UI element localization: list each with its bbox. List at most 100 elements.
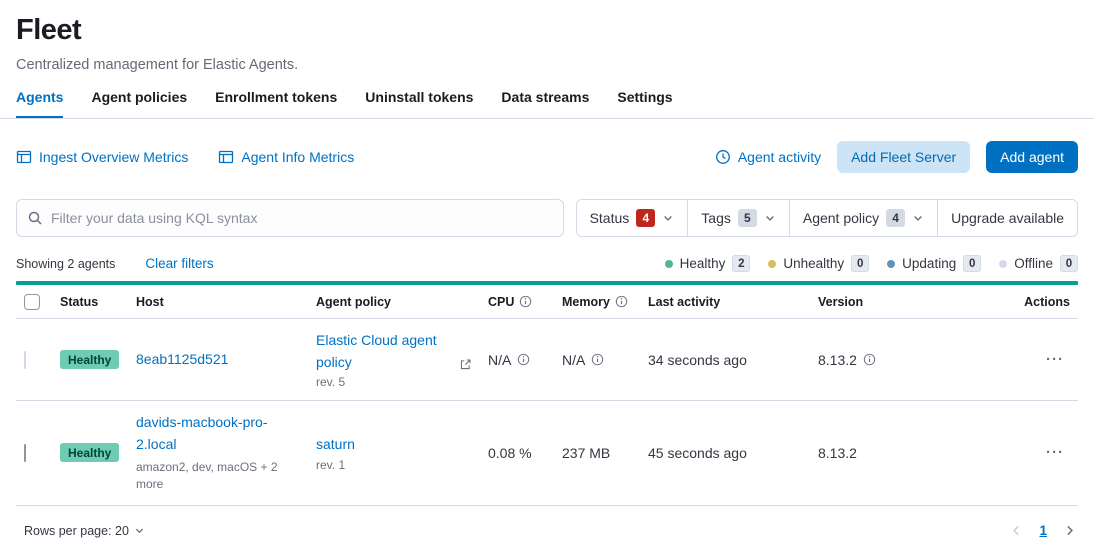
filter-bar: Status 4 Tags 5 Agent policy 4 Upgrade a… [16, 199, 1078, 237]
add-agent-button[interactable]: Add agent [986, 141, 1078, 173]
page-title: Fleet [16, 14, 1078, 47]
search-icon [27, 210, 43, 226]
header-status: Status [52, 295, 128, 309]
tab-agent-policies[interactable]: Agent policies [91, 89, 187, 118]
legend-unhealthy: Unhealthy 0 [768, 255, 869, 272]
cpu-value: 0.08 % [480, 445, 554, 461]
host-tags: amazon2, dev, macOS + 2 more [136, 459, 286, 494]
policy-revision: rev. 1 [316, 458, 472, 472]
filter-upgrade-available-label: Upgrade available [951, 210, 1064, 226]
filter-upgrade-available[interactable]: Upgrade available [937, 200, 1077, 236]
table-row: Healthy davids-macbook-pro-2.local amazo… [16, 401, 1078, 505]
status-badge: Healthy [60, 350, 119, 369]
info-icon[interactable] [519, 295, 532, 308]
version-value: 8.13.2 [810, 445, 1008, 461]
clear-filters-link[interactable]: Clear filters [145, 256, 213, 271]
legend-offline-count: 0 [1060, 255, 1078, 272]
info-icon[interactable] [517, 353, 530, 366]
policy-revision: rev. 5 [316, 375, 472, 389]
legend-updating-label: Updating [902, 256, 956, 271]
filter-status-count-badge: 4 [636, 209, 655, 227]
next-page-button[interactable] [1061, 522, 1078, 539]
version-value: 8.13.2 [818, 352, 857, 368]
legend-updating-count: 0 [963, 255, 981, 272]
showing-count: Showing 2 agents [16, 257, 115, 271]
filter-tags-label: Tags [701, 210, 731, 226]
metrics-table-icon [16, 149, 32, 165]
agent-info-metrics-link[interactable]: Agent Info Metrics [218, 149, 354, 165]
table-header-row: Status Host Agent policy CPU Memory Last… [16, 285, 1078, 319]
legend-offline: Offline 0 [999, 255, 1078, 272]
page-subtitle: Centralized management for Elastic Agent… [16, 57, 1078, 73]
last-activity-value: 34 seconds ago [640, 352, 810, 368]
info-icon[interactable] [615, 295, 628, 308]
select-all-checkbox[interactable] [24, 294, 40, 310]
row-actions-button[interactable]: ··· [1040, 442, 1070, 463]
header-memory-label: Memory [562, 295, 610, 309]
unhealthy-dot-icon [768, 260, 776, 268]
legend-unhealthy-count: 0 [851, 255, 869, 272]
pagination: 1 [1008, 522, 1078, 539]
row-actions-button[interactable]: ··· [1040, 349, 1070, 370]
memory-value: 237 MB [554, 445, 640, 461]
header-version: Version [810, 295, 1008, 309]
info-icon[interactable] [591, 353, 604, 366]
page-header: Fleet Centralized management for Elastic… [0, 14, 1094, 73]
ingest-overview-metrics-link[interactable]: Ingest Overview Metrics [16, 149, 188, 165]
previous-page-button[interactable] [1008, 522, 1025, 539]
legend-healthy-label: Healthy [680, 256, 726, 271]
tab-settings[interactable]: Settings [617, 89, 672, 118]
status-badge: Healthy [60, 443, 119, 462]
clock-icon [715, 149, 731, 165]
chevron-down-icon [662, 212, 674, 224]
chevron-down-icon [764, 212, 776, 224]
host-link[interactable]: 8eab1125d521 [136, 351, 228, 367]
tab-uninstall-tokens[interactable]: Uninstall tokens [365, 89, 473, 118]
agent-activity-link[interactable]: Agent activity [715, 149, 821, 165]
filter-status[interactable]: Status 4 [577, 200, 688, 236]
tab-enrollment-tokens[interactable]: Enrollment tokens [215, 89, 337, 118]
legend-unhealthy-label: Unhealthy [783, 256, 844, 271]
add-fleet-server-button[interactable]: Add Fleet Server [837, 141, 970, 173]
info-icon[interactable] [863, 353, 876, 366]
agents-table: Status Host Agent policy CPU Memory Last… [16, 285, 1078, 506]
agent-info-metrics-label: Agent Info Metrics [241, 149, 354, 165]
filter-status-label: Status [590, 210, 630, 226]
filter-agent-policy[interactable]: Agent policy 4 [789, 200, 937, 236]
updating-dot-icon [887, 260, 895, 268]
agent-activity-label: Agent activity [738, 149, 821, 165]
legend-healthy: Healthy 2 [665, 255, 751, 272]
tab-bar: Agents Agent policies Enrollment tokens … [0, 89, 1094, 119]
metrics-table-icon [218, 149, 234, 165]
ingest-overview-metrics-label: Ingest Overview Metrics [39, 149, 188, 165]
host-link[interactable]: davids-macbook-pro-2.local [136, 412, 286, 455]
header-actions: Actions [1008, 295, 1078, 309]
tab-data-streams[interactable]: Data streams [501, 89, 589, 118]
chevron-down-icon [912, 212, 924, 224]
table-row: Healthy 8eab1125d521 Elastic Cloud agent… [16, 319, 1078, 401]
filter-group: Status 4 Tags 5 Agent policy 4 Upgrade a… [576, 199, 1078, 237]
legend-updating: Updating 0 [887, 255, 981, 272]
kql-search-input[interactable] [16, 199, 564, 237]
header-cpu: CPU [480, 295, 554, 309]
offline-dot-icon [999, 260, 1007, 268]
rows-per-page-label: Rows per page: 20 [24, 524, 129, 538]
tab-agents[interactable]: Agents [16, 89, 63, 118]
memory-value: N/A [562, 352, 585, 368]
healthy-dot-icon [665, 260, 673, 268]
agent-policy-link[interactable]: Elastic Cloud agent policy [316, 330, 455, 373]
search-box [16, 199, 564, 237]
header-agent-policy: Agent policy [308, 295, 480, 309]
chevron-down-icon [134, 525, 145, 536]
legend-healthy-count: 2 [732, 255, 750, 272]
rows-per-page-button[interactable]: Rows per page: 20 [16, 520, 153, 542]
legend-offline-label: Offline [1014, 256, 1053, 271]
agent-policy-link[interactable]: saturn [316, 434, 355, 456]
summary-bar: Showing 2 agents Clear filters Healthy 2… [16, 255, 1078, 272]
page-number[interactable]: 1 [1039, 523, 1047, 538]
row-checkbox [24, 351, 26, 369]
header-memory: Memory [554, 295, 640, 309]
row-checkbox[interactable] [24, 444, 26, 462]
filter-tags-count-badge: 5 [738, 209, 757, 227]
filter-tags[interactable]: Tags 5 [687, 200, 789, 236]
